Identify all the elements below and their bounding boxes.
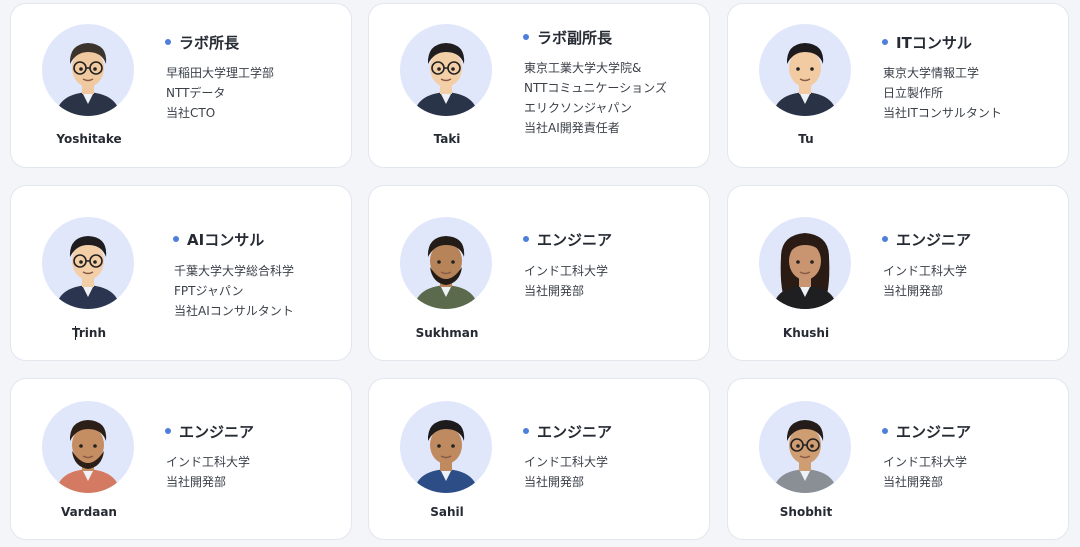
member-background-item: 日立製作所: [883, 86, 944, 100]
member-name: Khushi: [782, 326, 830, 340]
member-background-item: 当社AI開発責任者: [524, 121, 620, 135]
member-name: Sahil: [430, 505, 464, 519]
member-role-label: エンジニア: [896, 423, 972, 441]
man-glasses-icon: [759, 401, 851, 493]
member-background-list: 千葉大学大学総合科学 FPTジャパン当社AIコンサルタント: [174, 261, 294, 321]
member-name: Vardaan: [61, 505, 117, 519]
member-name: Yoshitake: [56, 132, 122, 146]
member-role: AIコンサル: [173, 229, 264, 250]
member-name: Shobhit: [779, 505, 833, 519]
member-background-item: NTTデータ: [166, 86, 226, 100]
member-role: エンジニア: [523, 229, 612, 250]
member-role: エンジニア: [882, 421, 971, 442]
member-role: ITコンサル: [882, 32, 972, 53]
member-background-item: 当社開発部: [883, 284, 944, 298]
member-role: ラボ所長: [165, 32, 239, 53]
member-background-item: 東京大学情報工学: [883, 66, 980, 80]
member-name: Trinh: [72, 326, 106, 340]
member-background-list: インド工科大学 当社開発部: [524, 452, 608, 492]
member-background-item: 千葉大学大学総合科学: [174, 264, 295, 278]
man-avatar-icon: [759, 24, 851, 116]
member-name: Taki: [433, 132, 461, 146]
woman-avatar-icon: [759, 217, 851, 309]
member-background-item: 当社CTO: [166, 106, 216, 120]
role-bullet-dot: [173, 235, 179, 242]
role-bullet-dot: [165, 38, 171, 45]
member-background-item: NTTコミュニケーションズ: [524, 81, 667, 95]
member-background-item: インド工科大学: [166, 455, 251, 469]
role-bullet-dot: [882, 235, 888, 242]
member-background-item: インド工科大学: [524, 455, 609, 469]
member-background-item: 当社開発部: [883, 475, 944, 489]
man-beard-icon: [400, 217, 492, 309]
member-background-list: 東京工業大学大学院& NTTコミュニケーションズ エリクソンジャパン 当社AI開発責任…: [524, 58, 667, 138]
member-background-list: 早稲田大学理工学部 NTTデータ 当社CTO: [166, 63, 274, 123]
member-role-label: ラボ所長: [179, 34, 240, 52]
member-background-item: 当社開発部: [524, 284, 585, 298]
role-bullet-dot: [523, 427, 529, 434]
member-background-list: インド工科大学 当社開発部: [883, 452, 967, 492]
member-role-label: ラボ副所長: [537, 29, 613, 47]
member-role: エンジニア: [882, 229, 971, 250]
member-background-list: 東京大学情報工学 日立製作所当社ITコンサルタント: [883, 63, 1002, 123]
role-bullet-dot: [165, 427, 171, 434]
man-glasses-icon: [400, 24, 492, 116]
role-bullet-dot: [523, 235, 529, 242]
member-background-item: エリクソンジャパン: [524, 101, 633, 115]
member-role: エンジニア: [523, 421, 612, 442]
role-bullet-dot: [523, 33, 529, 40]
member-role-label: エンジニア: [537, 231, 613, 249]
man-avatar-icon: [400, 401, 492, 493]
member-background-list: インド工科大学 当社開発部: [166, 452, 250, 492]
member-background-list: インド工科大学 当社開発部: [524, 261, 608, 301]
member-name: Tu: [798, 132, 814, 146]
member-background-item: インド工科大学: [883, 455, 968, 469]
role-bullet-dot: [882, 38, 888, 45]
man-beard-icon: [42, 401, 134, 493]
member-role-label: エンジニア: [537, 423, 613, 441]
role-bullet-dot: [882, 427, 888, 434]
member-background-item: FPTジャパン: [174, 284, 244, 298]
member-role: ラボ副所長: [523, 27, 612, 48]
member-background-item: 当社ITコンサルタント: [883, 106, 1002, 120]
member-background-item: 東京工業大学大学院&: [524, 61, 642, 75]
man-glasses-icon: [42, 217, 134, 309]
text-cursor: [75, 326, 76, 340]
member-role-label: エンジニア: [896, 231, 972, 249]
member-role-label: AIコンサル: [187, 231, 265, 249]
member-role-label: ITコンサル: [896, 34, 972, 52]
member-background-item: 当社開発部: [524, 475, 585, 489]
member-background-item: 当社開発部: [166, 475, 227, 489]
member-name: Sukhman: [415, 326, 479, 340]
man-glasses-icon: [42, 24, 134, 116]
member-background-item: 早稲田大学理工学部: [166, 66, 275, 80]
member-role-label: エンジニア: [179, 423, 255, 441]
member-background-item: 当社AIコンサルタント: [174, 304, 294, 318]
member-background-list: インド工科大学 当社開発部: [883, 261, 967, 301]
member-role: エンジニア: [165, 421, 254, 442]
member-background-item: インド工科大学: [883, 264, 968, 278]
member-background-item: インド工科大学: [524, 264, 609, 278]
